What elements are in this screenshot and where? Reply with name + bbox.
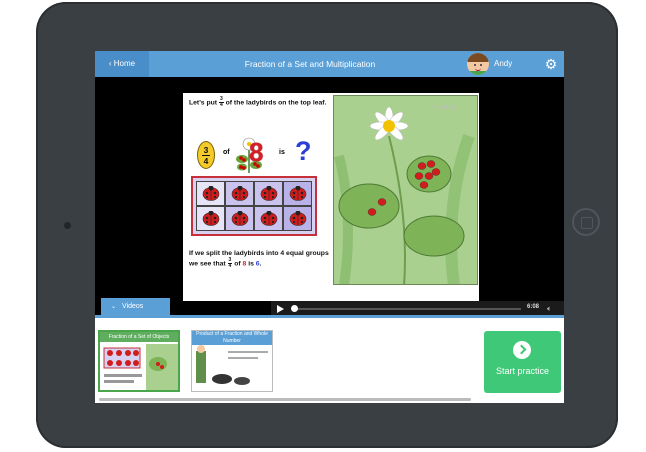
of-label: of bbox=[223, 149, 230, 156]
gear-icon[interactable]: ⚙ bbox=[543, 56, 559, 72]
play-icon[interactable] bbox=[277, 305, 284, 313]
ladybird-icon bbox=[260, 211, 277, 226]
grid-cell bbox=[225, 206, 254, 231]
ladybird-grid bbox=[191, 176, 317, 236]
is-label: is bbox=[279, 149, 285, 156]
slide-instruction: Let's put 34 of the ladybirds on the top… bbox=[189, 96, 327, 108]
chevron-down-icon: ⌄ bbox=[111, 304, 117, 310]
set-count: 8 bbox=[249, 137, 264, 167]
grid-cell bbox=[196, 206, 225, 231]
volume-icon[interactable]: 🔈︎ bbox=[547, 304, 557, 314]
top-bar: ‹ Home Fraction of a Set and Multiplicat… bbox=[95, 51, 564, 77]
thumbnail-image bbox=[192, 345, 272, 391]
thumbnail-title: Product of a Fraction and Whole Number bbox=[192, 331, 272, 345]
seek-handle[interactable] bbox=[291, 305, 298, 312]
grid-cell bbox=[254, 181, 283, 206]
slide-explanation: If we split the ladybirds into 4 equal g… bbox=[189, 250, 329, 269]
fraction-badge: 34 bbox=[197, 141, 215, 169]
fraction-inline: 34 bbox=[227, 257, 233, 269]
arrow-right-icon bbox=[513, 341, 531, 359]
video-thumbnail[interactable]: Product of a Fraction and Whole Number bbox=[191, 330, 273, 392]
ladybird-icon bbox=[202, 211, 219, 226]
home-hardware-button[interactable] bbox=[572, 208, 600, 236]
start-practice-button[interactable]: Start practice bbox=[484, 331, 561, 393]
camera-dot bbox=[64, 222, 71, 229]
fraction-inline: 34 bbox=[218, 96, 224, 108]
page-title: Fraction of a Set and Multiplication bbox=[244, 59, 376, 69]
video-time: 6:08 bbox=[527, 304, 540, 310]
ladybird-icon bbox=[231, 186, 248, 201]
home-button[interactable]: ‹ Home bbox=[95, 51, 149, 77]
ladybird-icon bbox=[289, 186, 306, 201]
grid-cell bbox=[283, 206, 312, 231]
thumbnail-image bbox=[100, 342, 178, 390]
video-player[interactable]: Let's put 34 of the ladybirds on the top… bbox=[95, 77, 564, 317]
videos-tab[interactable]: ⌄ Videos bbox=[101, 298, 170, 315]
grid-cell bbox=[196, 181, 225, 206]
loading-indicator: Loading bbox=[434, 105, 456, 111]
grid-cell bbox=[254, 206, 283, 231]
user-name[interactable]: Andy bbox=[494, 51, 512, 77]
ladybird-icon bbox=[202, 186, 219, 201]
videos-panel: Fraction of a Set of Objects Product of … bbox=[95, 315, 564, 403]
equation-row: 34 of 8 is ? bbox=[193, 136, 323, 173]
question-mark: ? bbox=[295, 136, 312, 166]
grid-cell bbox=[225, 181, 254, 206]
video-thumbnail[interactable]: Fraction of a Set of Objects bbox=[98, 330, 180, 392]
ladybird-icon bbox=[231, 211, 248, 226]
grid-cell bbox=[283, 181, 312, 206]
start-practice-label: Start practice bbox=[495, 366, 550, 376]
ladybird-icon bbox=[260, 186, 277, 201]
lesson-slide: Let's put 34 of the ladybirds on the top… bbox=[183, 93, 564, 317]
thumbnail-title: Fraction of a Set of Objects bbox=[100, 332, 178, 342]
ladybird-scene-illustration: Loading bbox=[333, 95, 478, 285]
plant-illustration bbox=[334, 96, 477, 284]
seek-bar[interactable] bbox=[291, 305, 521, 312]
app-screen: ‹ Home Fraction of a Set and Multiplicat… bbox=[95, 51, 564, 403]
avatar[interactable] bbox=[467, 53, 489, 75]
horizontal-scrollbar[interactable] bbox=[99, 398, 471, 401]
ladybird-icon bbox=[289, 211, 306, 226]
